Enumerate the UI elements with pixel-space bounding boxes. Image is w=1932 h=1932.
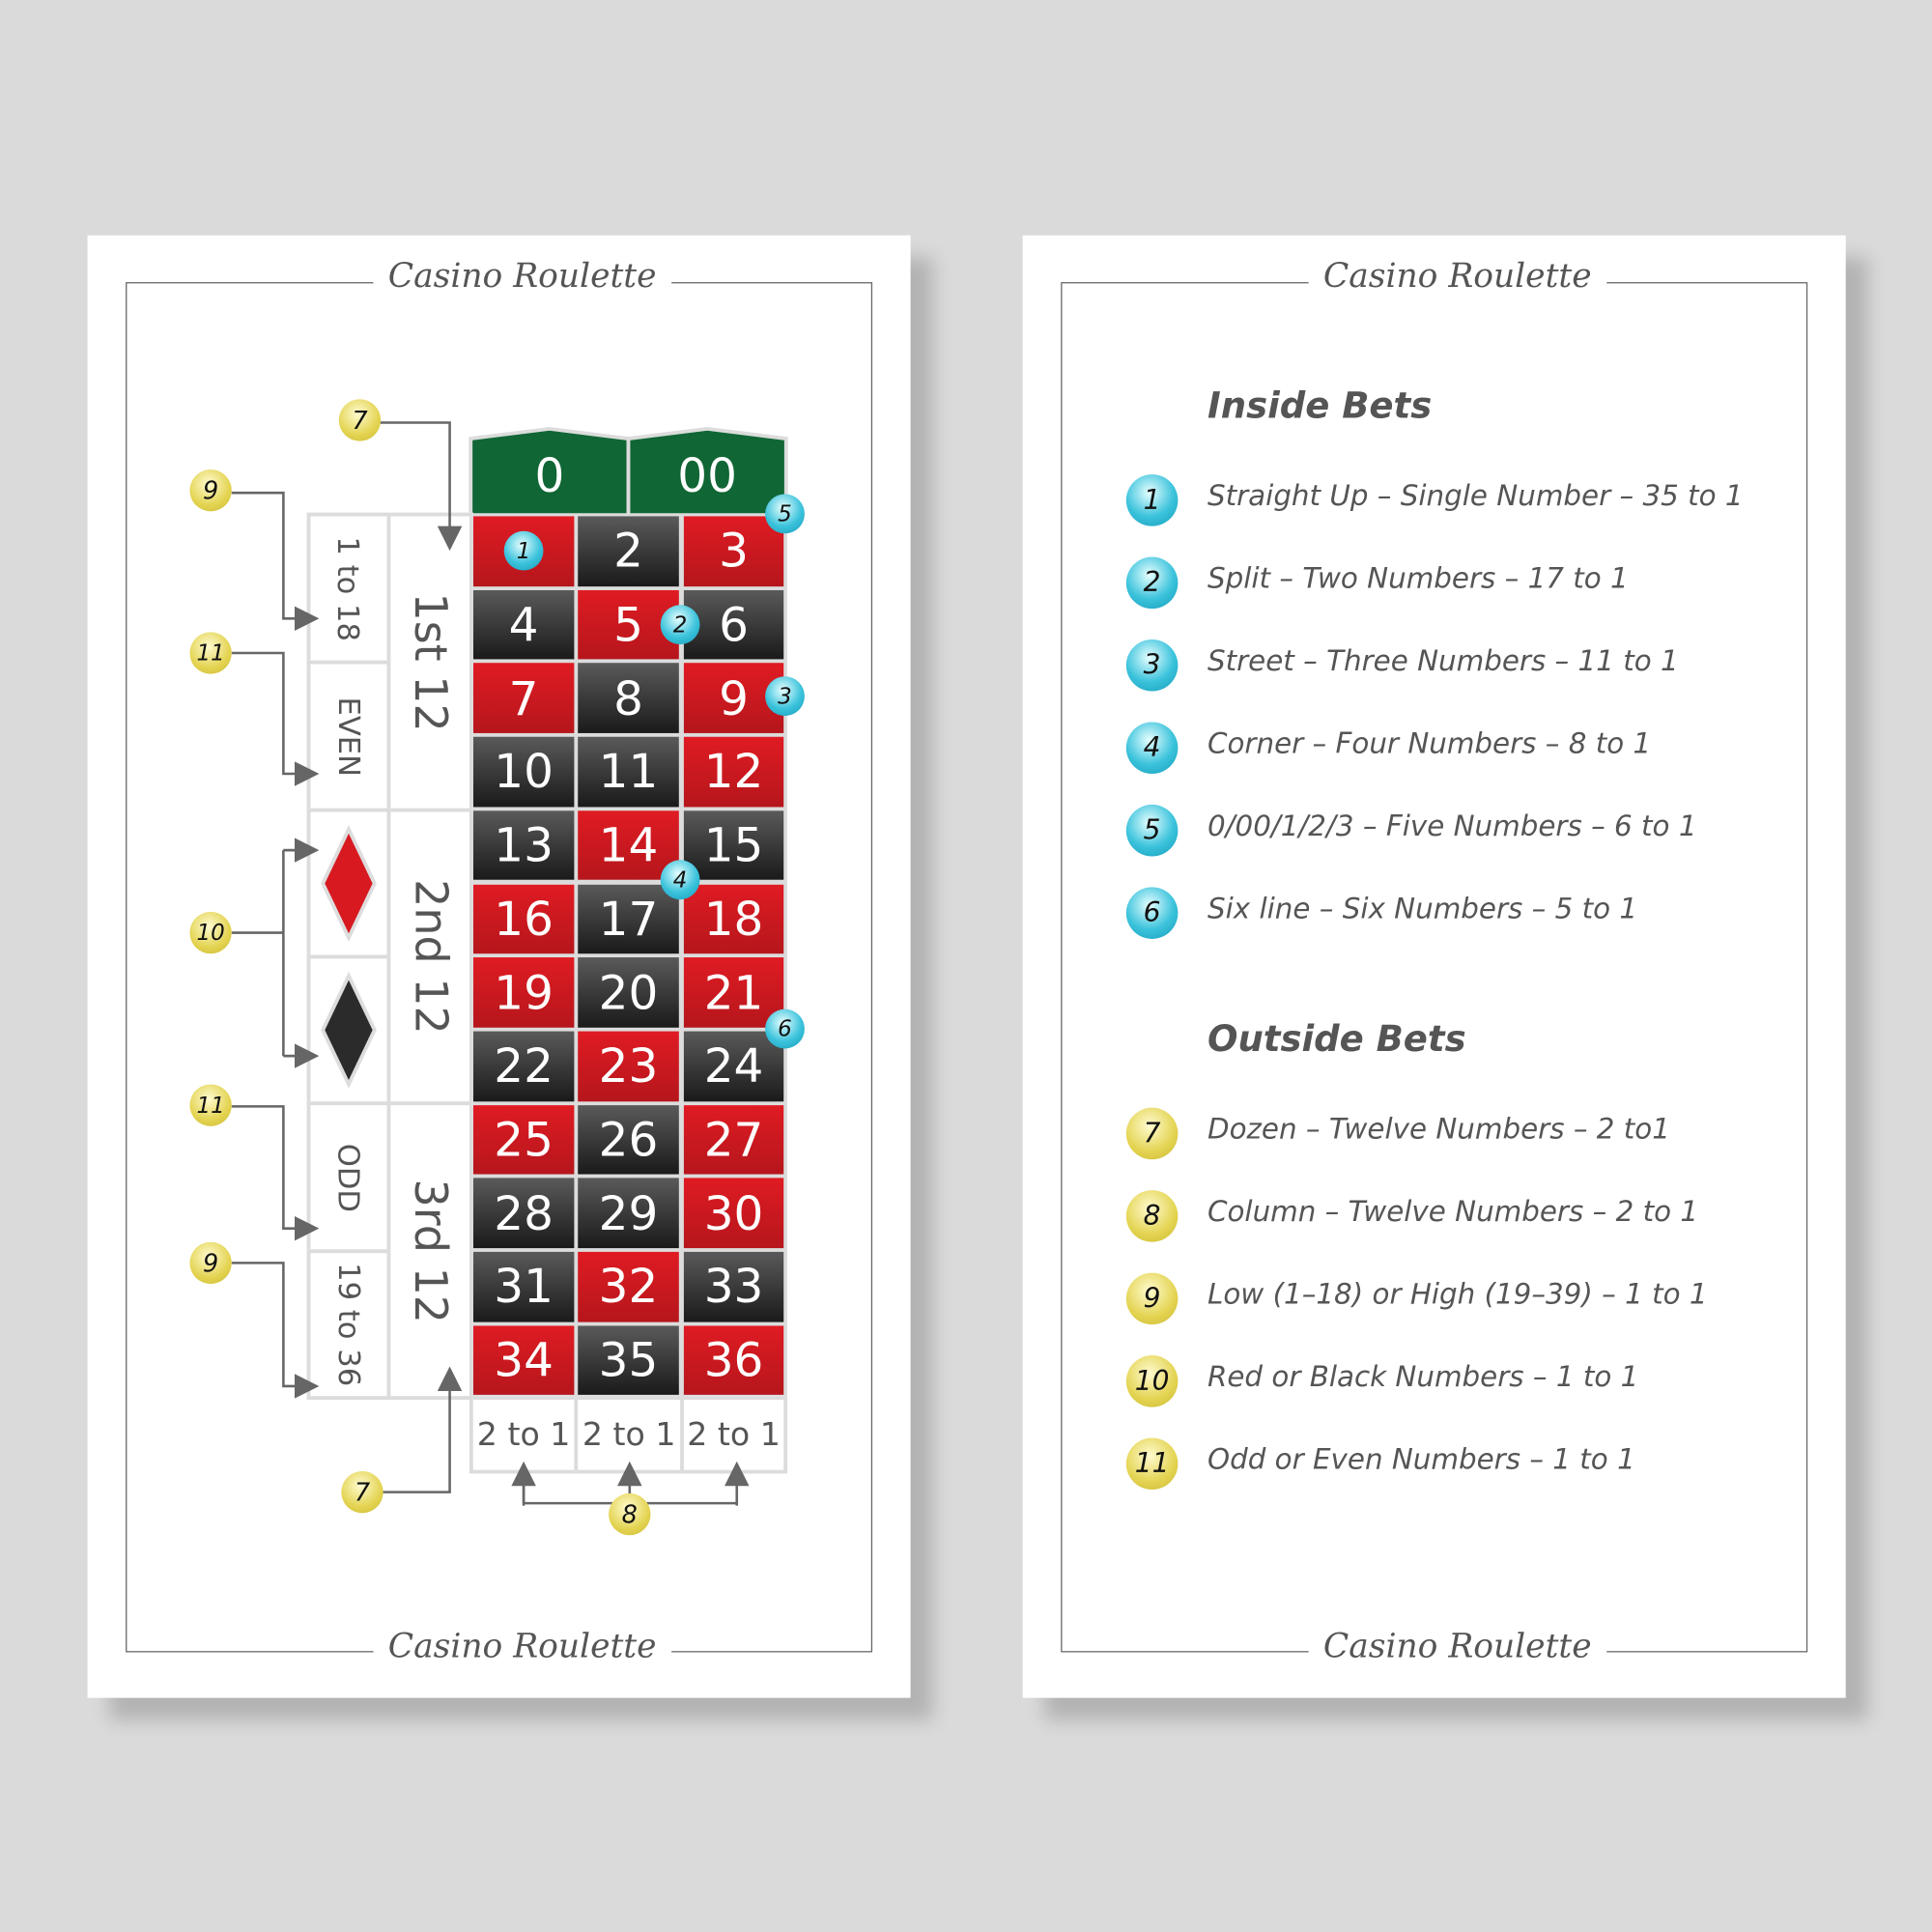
marker-six-line: 6 xyxy=(765,1009,805,1049)
marker-low: 9 xyxy=(189,469,232,512)
bet-description: Corner – Four Numbers – 8 to 1 xyxy=(1207,727,1652,760)
bet-description: Red or Black Numbers – 1 to 1 xyxy=(1207,1361,1639,1394)
callout-lines xyxy=(231,421,750,1506)
marker-dozen-top: 7 xyxy=(338,399,382,441)
bet-number-badge: 7 xyxy=(1125,1107,1179,1160)
bet-description: Street – Three Numbers – 11 to 1 xyxy=(1207,645,1679,678)
bet-number-badge: 6 xyxy=(1125,887,1179,939)
outside-bets-title: Outside Bets xyxy=(1207,1017,1466,1060)
bet-description: Split – Two Numbers – 17 to 1 xyxy=(1207,562,1629,596)
bet-number-badge: 9 xyxy=(1125,1272,1179,1325)
marker-split: 2 xyxy=(660,605,700,645)
bet-description: Straight Up – Single Number – 35 to 1 xyxy=(1207,480,1744,513)
marker-column: 8 xyxy=(609,1492,651,1536)
bet-description: 0/00/1/2/3 – Five Numbers – 6 to 1 xyxy=(1207,810,1697,843)
bet-number-badge: 1 xyxy=(1125,474,1179,526)
bet-number-badge: 2 xyxy=(1125,556,1179,610)
marker-dozen-bottom: 7 xyxy=(341,1470,384,1514)
bet-number-badge: 4 xyxy=(1125,722,1179,775)
marker-red-black: 10 xyxy=(189,911,232,954)
stage: Casino Roulette Casino Roulette Casino R… xyxy=(0,0,1932,1932)
marker-straight-up: 1 xyxy=(503,530,544,571)
marker-even: 11 xyxy=(189,632,232,674)
bet-number-badge: 11 xyxy=(1125,1437,1179,1491)
marker-high: 9 xyxy=(189,1241,232,1285)
bet-number-badge: 10 xyxy=(1125,1355,1179,1407)
marker-corner: 4 xyxy=(660,860,700,900)
bet-number-badge: 8 xyxy=(1125,1190,1179,1242)
bet-description: Dozen – Twelve Numbers – 2 to1 xyxy=(1207,1114,1670,1147)
marker-five-numbers: 5 xyxy=(765,494,805,534)
marker-odd: 11 xyxy=(189,1084,232,1126)
bet-number-badge: 5 xyxy=(1125,804,1179,857)
marker-street: 3 xyxy=(765,676,805,717)
bet-description: Odd or Even Numbers – 1 to 1 xyxy=(1207,1443,1635,1477)
bet-number-badge: 3 xyxy=(1125,639,1179,692)
bet-description: Six line – Six Numbers – 5 to 1 xyxy=(1207,893,1638,925)
bet-description: Low (1–18) or High (19–39) – 1 to 1 xyxy=(1207,1278,1708,1312)
bet-description: Column – Twelve Numbers – 2 to 1 xyxy=(1207,1196,1699,1229)
inside-bets-title: Inside Bets xyxy=(1207,384,1433,427)
